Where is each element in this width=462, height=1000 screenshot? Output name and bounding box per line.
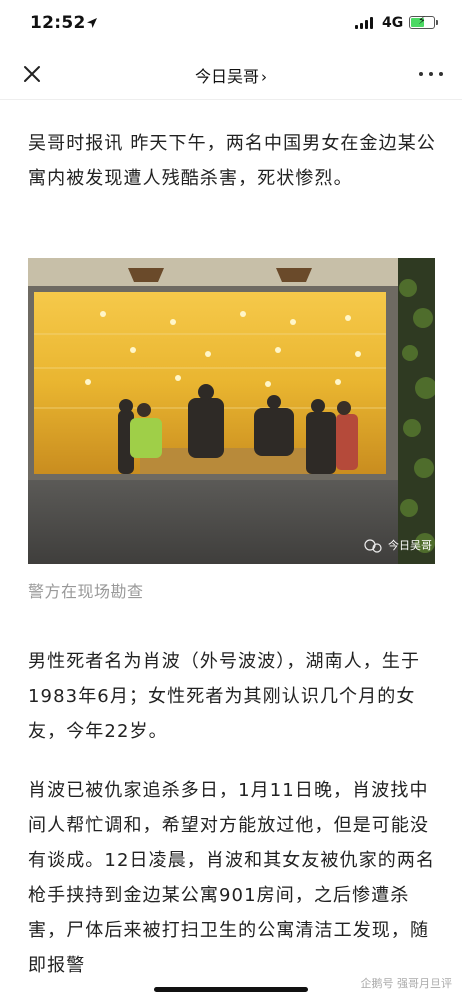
article-paragraph-2: 男性死者名为肖波（外号波波），湖南人，生于1983年6月；女性死者为其刚认识几个… (28, 651, 421, 742)
cellular-signal-icon (355, 17, 375, 29)
article-paragraph-3: 肖波已被仇家追杀多日，1月11日晚，肖波找中间人帮忙调和，希望对方能放过他，但是… (28, 780, 436, 976)
status-time: 12:52 (30, 13, 86, 33)
battery-charging-icon: ⚡ (409, 14, 438, 29)
article-photo[interactable]: 今日吴哥 (28, 258, 435, 564)
account-title-link[interactable]: 今日吴哥 › (0, 63, 462, 87)
footer-watermark: 企鹅号 强哥月旦评 (360, 977, 453, 990)
home-indicator (154, 987, 308, 992)
photo-watermark: 今日吴哥 (388, 539, 432, 552)
scene-illustration (28, 258, 435, 564)
photo-caption: 警方在现场勘查 (28, 582, 144, 601)
more-icon[interactable] (416, 62, 446, 86)
article-paragraph-1: 吴哥时报讯 昨天下午，两名中国男女在金边某公寓内被发现遭人残酷杀害，死状惨烈。 (28, 133, 436, 189)
nav-bar: 今日吴哥 › (0, 48, 462, 100)
location-arrow-icon (87, 18, 97, 28)
account-name: 今日吴哥 (194, 67, 259, 86)
network-type: 4G (382, 15, 404, 31)
status-bar: 12:52 4G ⚡ (0, 0, 462, 48)
chevron-right-icon: › (261, 68, 267, 86)
